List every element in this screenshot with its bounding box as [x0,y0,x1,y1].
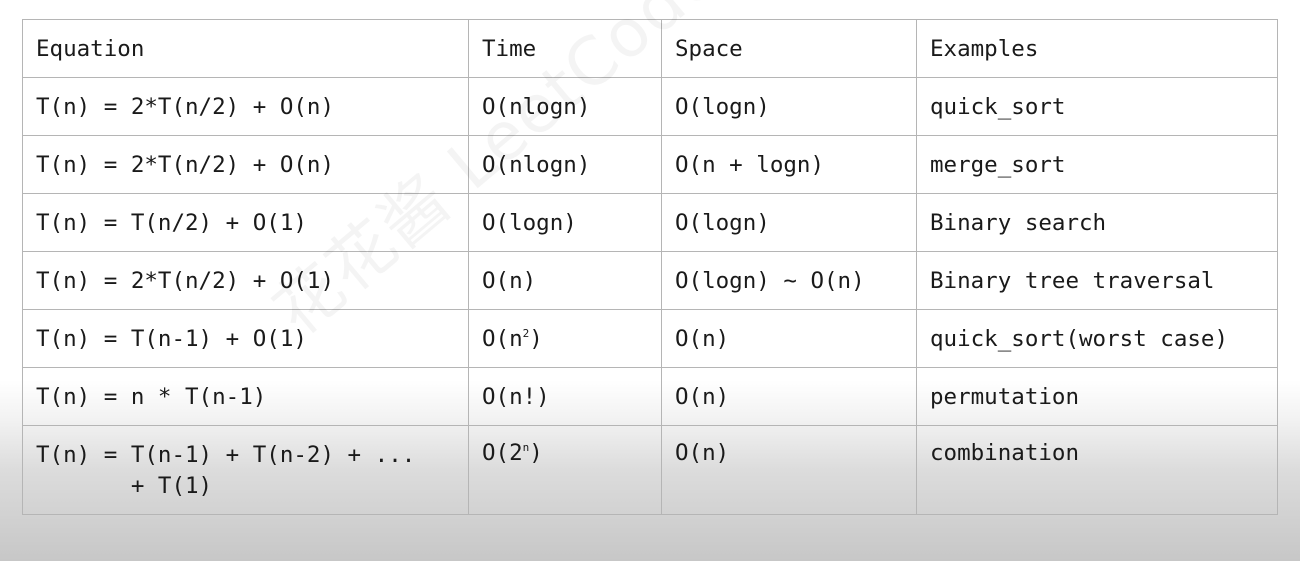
space-cell: O(n) [661,309,917,368]
space-cell: O(n + logn) [661,135,917,194]
space-cell: O(logn) [661,77,917,136]
equation-cell: T(n) = n * T(n-1) [22,367,469,426]
time-cell: O(n) [468,251,662,310]
example-cell: permutation [916,367,1278,426]
equation-cell: T(n) = 2*T(n/2) + O(n) [22,135,469,194]
example-cell: Binary search [916,193,1278,252]
header-time: Time [468,19,662,78]
complexity-table: Equation Time Space Examples T(n) = 2*T(… [22,19,1278,515]
header-space: Space [661,19,917,78]
header-examples: Examples [916,19,1278,78]
example-cell: quick_sort [916,77,1278,136]
equation-cell: T(n) = T(n-1) + O(1) [22,309,469,368]
equation-cell: T(n) = T(n/2) + O(1) [22,193,469,252]
space-cell: O(logn) [661,193,917,252]
space-cell: O(logn) ~ O(n) [661,251,917,310]
time-cell: O(n2) [468,309,662,368]
table-row: T(n) = 2*T(n/2) + O(n) O(nlogn) O(n + lo… [22,135,1278,194]
time-cell: O(logn) [468,193,662,252]
example-cell: Binary tree traversal [916,251,1278,310]
example-cell: quick_sort(worst case) [916,309,1278,368]
equation-cell: T(n) = 2*T(n/2) + O(1) [22,251,469,310]
time-cell: O(n!) [468,367,662,426]
space-cell: O(n) [661,425,917,515]
table-row: T(n) = T(n-1) + O(1) O(n2) O(n) quick_so… [22,309,1278,368]
time-cell: O(nlogn) [468,135,662,194]
time-cell: O(2n) [468,425,662,515]
time-cell: O(nlogn) [468,77,662,136]
table-row: T(n) = 2*T(n/2) + O(n) O(nlogn) O(logn) … [22,77,1278,136]
table-header-row: Equation Time Space Examples [22,19,1278,78]
example-cell: combination [916,425,1278,515]
space-cell: O(n) [661,367,917,426]
equation-cell: T(n) = T(n-1) + T(n-2) + ... + T(1) [22,425,469,515]
header-equation: Equation [22,19,469,78]
example-cell: merge_sort [916,135,1278,194]
table-row: T(n) = T(n-1) + T(n-2) + ... + T(1) O(2n… [22,425,1278,515]
table-row: T(n) = T(n/2) + O(1) O(logn) O(logn) Bin… [22,193,1278,252]
table-row: T(n) = n * T(n-1) O(n!) O(n) permutation [22,367,1278,426]
equation-cell: T(n) = 2*T(n/2) + O(n) [22,77,469,136]
table-row: T(n) = 2*T(n/2) + O(1) O(n) O(logn) ~ O(… [22,251,1278,310]
